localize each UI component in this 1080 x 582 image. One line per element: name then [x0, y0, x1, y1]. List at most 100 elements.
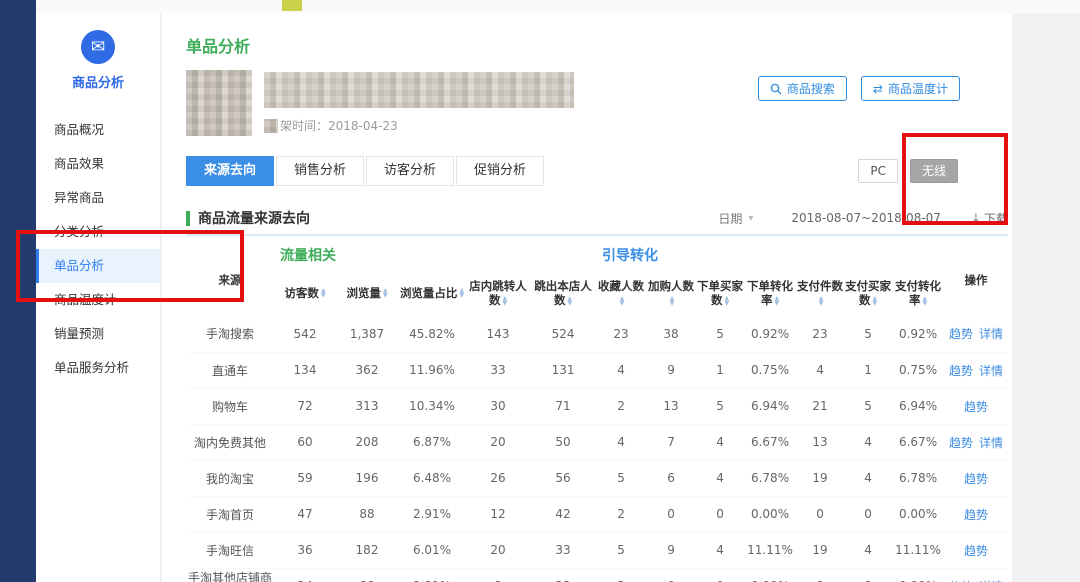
cell-value: 6.48% [398, 460, 466, 496]
sort-icon[interactable]: ▲▼ [459, 288, 464, 298]
device-button-0[interactable]: PC [858, 159, 898, 183]
product-search-button[interactable]: 商品搜索 [758, 76, 847, 101]
action-link[interactable]: 趋势 [964, 472, 988, 486]
device-button-1[interactable]: 无线 [910, 159, 958, 183]
cell-value: 0.75% [744, 352, 796, 388]
sort-icon[interactable]: ▲▼ [567, 296, 572, 306]
cell-value: 88 [336, 568, 398, 582]
cell-value: 5 [696, 316, 744, 352]
column-header-2[interactable]: 浏览量占比▲▼ [398, 270, 466, 316]
sort-icon[interactable]: ▲▼ [502, 296, 507, 306]
cell-source: 直通车 [186, 352, 274, 388]
cell-value: 143 [466, 316, 530, 352]
column-label: 支付转化率 [895, 279, 941, 307]
sort-icon[interactable]: ▲▼ [321, 288, 326, 298]
cell-value: 2 [596, 496, 646, 532]
sort-icon[interactable]: ▲▼ [724, 296, 729, 306]
product-title-redacted [264, 72, 574, 108]
cell-value: 33 [466, 352, 530, 388]
tab-2[interactable]: 访客分析 [366, 156, 454, 186]
tab-3[interactable]: 促销分析 [456, 156, 544, 186]
column-header-4[interactable]: 跳出本店人数▲▼ [530, 270, 596, 316]
cell-value: 6.94% [744, 388, 796, 424]
cell-value: 4 [696, 424, 744, 460]
date-filter-label[interactable]: 日期 [718, 210, 742, 227]
sidebar-item-1[interactable]: 商品效果 [36, 147, 160, 181]
main-content: 单品分析 架时间：2018-04-23 商品搜索 ⇄ 商品温度计 来源去向销售分… [162, 13, 1012, 582]
cell-value: 1 [844, 352, 892, 388]
cell-value: 11.11% [744, 532, 796, 568]
cell-value: 0 [696, 496, 744, 532]
sort-icon[interactable]: ▲▼ [819, 296, 824, 306]
sidebar-menu: 商品概况商品效果异常商品分类分析单品分析商品温度计销量预测单品服务分析 [36, 113, 160, 385]
action-link[interactable]: 趋势 [964, 508, 988, 522]
action-link[interactable]: 趋势 [949, 436, 973, 450]
product-meta-text: 架时间：2018-04-23 [280, 117, 398, 134]
sidebar-item-3[interactable]: 分类分析 [36, 215, 160, 249]
cell-value: 196 [336, 460, 398, 496]
column-label: 店内跳转人数 [469, 279, 527, 307]
column-header-0[interactable]: 访客数▲▼ [274, 270, 336, 316]
cell-value: 6.78% [892, 460, 944, 496]
cell-value: 72 [274, 388, 336, 424]
product-thermometer-button[interactable]: ⇄ 商品温度计 [861, 76, 960, 101]
cell-value: 13 [646, 388, 696, 424]
action-link[interactable]: 趋势 [964, 400, 988, 414]
sort-icon[interactable]: ▲▼ [670, 296, 675, 306]
action-link[interactable]: 趋势 [949, 364, 973, 378]
cell-value: 5 [844, 388, 892, 424]
cell-value: 11.11% [892, 532, 944, 568]
cell-value: 5 [596, 460, 646, 496]
cell-value: 24 [274, 568, 336, 582]
cell-source: 手淘搜索 [186, 316, 274, 352]
cell-value: 0 [696, 568, 744, 582]
action-link[interactable]: 详情 [979, 364, 1003, 378]
column-header-1[interactable]: 浏览量▲▼ [336, 270, 398, 316]
download-button[interactable]: ↓ 下载 [971, 210, 1008, 227]
cell-source: 手淘其他店铺商品 [186, 568, 274, 582]
cell-value: 6.01% [398, 532, 466, 568]
action-link[interactable]: 趋势 [949, 327, 973, 341]
column-header-6[interactable]: 加购人数▲▼ [646, 270, 696, 316]
sidebar-item-2[interactable]: 异常商品 [36, 181, 160, 215]
action-link[interactable]: 趋势 [964, 544, 988, 558]
table-row: 购物车7231310.34%307121356.94%2156.94%趋势 [186, 388, 1008, 424]
cell-value: 0 [646, 496, 696, 532]
tab-0[interactable]: 来源去向 [186, 156, 274, 186]
sidebar-item-6[interactable]: 销量预测 [36, 317, 160, 351]
page-title: 单品分析 [186, 33, 1012, 57]
cell-value: 6.94% [892, 388, 944, 424]
table-row: 手淘搜索5421,38745.82%143524233850.92%2350.9… [186, 316, 1008, 352]
column-header-7[interactable]: 下单买家数▲▼ [696, 270, 744, 316]
sidebar-item-0[interactable]: 商品概况 [36, 113, 160, 147]
column-header-8[interactable]: 下单转化率▲▼ [744, 270, 796, 316]
download-icon: ↓ [971, 211, 981, 225]
cell-value: 23 [796, 316, 844, 352]
cell-value: 30 [466, 388, 530, 424]
column-header-11[interactable]: 支付转化率▲▼ [892, 270, 944, 316]
cell-value: 542 [274, 316, 336, 352]
column-header-9[interactable]: 支付件数▲▼ [796, 270, 844, 316]
sort-icon[interactable]: ▲▼ [922, 296, 927, 306]
sort-icon[interactable]: ▲▼ [774, 296, 779, 306]
cell-value: 0 [796, 568, 844, 582]
tab-1[interactable]: 销售分析 [276, 156, 364, 186]
sort-icon[interactable]: ▲▼ [620, 296, 625, 306]
sidebar-item-5[interactable]: 商品温度计 [36, 283, 160, 317]
column-header-3[interactable]: 店内跳转人数▲▼ [466, 270, 530, 316]
cell-actions: 趋势 [944, 532, 1008, 568]
column-header-10[interactable]: 支付买家数▲▼ [844, 270, 892, 316]
sort-icon[interactable]: ▲▼ [383, 288, 388, 298]
cell-value: 3 [596, 568, 646, 582]
date-range-value[interactable]: 2018-08-07~2018-08-07 [791, 211, 941, 225]
column-header-5[interactable]: 收藏人数▲▼ [596, 270, 646, 316]
action-link[interactable]: 详情 [979, 327, 1003, 341]
sidebar-item-4[interactable]: 单品分析 [36, 249, 160, 283]
action-link[interactable]: 详情 [979, 436, 1003, 450]
cell-source: 我的淘宝 [186, 460, 274, 496]
sort-icon[interactable]: ▲▼ [872, 296, 877, 306]
chevron-down-icon[interactable]: ▾ [748, 213, 753, 224]
cell-source: 购物车 [186, 388, 274, 424]
product-thermometer-label: 商品温度计 [888, 80, 948, 97]
sidebar-item-7[interactable]: 单品服务分析 [36, 351, 160, 385]
